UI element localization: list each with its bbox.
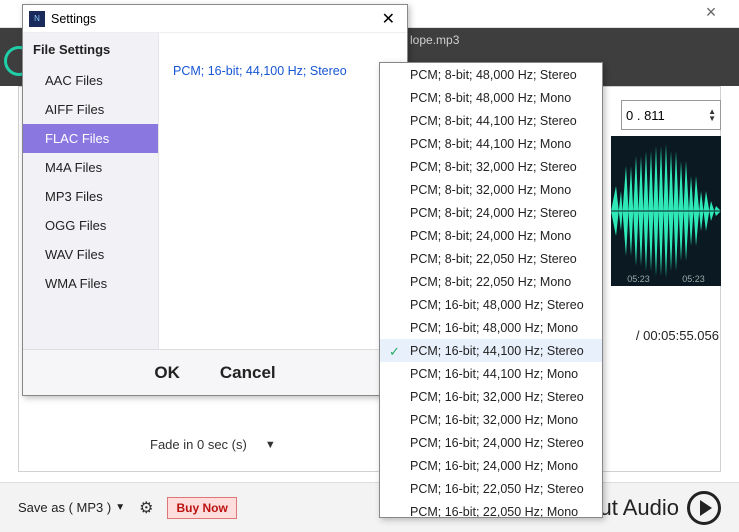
format-select[interactable]: PCM; 16-bit; 44,100 Hz; Stereo ▼	[173, 61, 387, 81]
time-steppers[interactable]: ▲ ▼	[708, 108, 716, 122]
open-file-name: lope.mp3	[410, 33, 459, 47]
settings-dialog: N Settings ✕ File Settings AAC FilesAIFF…	[22, 4, 408, 396]
fade-in-dropdown-arrow[interactable]: ▼	[265, 439, 276, 451]
sidebar-item-mp3-files[interactable]: MP3 Files	[23, 182, 158, 211]
time-step-down[interactable]: ▼	[708, 115, 716, 122]
sidebar-item-wma-files[interactable]: WMA Files	[23, 269, 158, 298]
sidebar-item-aac-files[interactable]: AAC Files	[23, 66, 158, 95]
format-option[interactable]: PCM; 8-bit; 24,000 Hz; Mono	[380, 224, 602, 247]
format-option[interactable]: PCM; 16-bit; 44,100 Hz; Mono	[380, 362, 602, 385]
format-option[interactable]: PCM; 8-bit; 32,000 Hz; Stereo	[380, 155, 602, 178]
sidebar-header: File Settings	[23, 33, 158, 66]
format-option[interactable]: PCM; 16-bit; 44,100 Hz; Stereo	[380, 339, 602, 362]
dialog-buttons: OK Cancel	[23, 349, 407, 395]
time-value: 0 . 811	[626, 108, 665, 123]
format-select-value: PCM; 16-bit; 44,100 Hz; Stereo	[173, 64, 347, 78]
sidebar-item-flac-files[interactable]: FLAC Files	[23, 124, 158, 153]
format-option[interactable]: PCM; 16-bit; 32,000 Hz; Stereo	[380, 385, 602, 408]
dialog-sidebar: File Settings AAC FilesAIFF FilesFLAC Fi…	[23, 33, 159, 349]
cancel-button[interactable]: Cancel	[220, 363, 276, 383]
format-option[interactable]: PCM; 16-bit; 22,050 Hz; Mono	[380, 500, 602, 518]
format-option[interactable]: PCM; 16-bit; 24,000 Hz; Stereo	[380, 431, 602, 454]
format-option[interactable]: PCM; 8-bit; 48,000 Hz; Stereo	[380, 63, 602, 86]
dialog-title: Settings	[51, 12, 96, 26]
sidebar-item-aiff-files[interactable]: AIFF Files	[23, 95, 158, 124]
dialog-main: PCM; 16-bit; 44,100 Hz; Stereo ▼	[159, 33, 407, 349]
bottom-bar: Save as ( MP3 ) ▼ ⚙ Buy Now ut Audio	[0, 482, 739, 532]
waveform-time-axis: 05:23 05:23	[611, 274, 721, 284]
wave-tick: 05:23	[627, 274, 650, 284]
wave-tick: 05:23	[682, 274, 705, 284]
save-as-label: Save as ( MP3 )	[18, 500, 111, 515]
format-option[interactable]: PCM; 8-bit; 32,000 Hz; Mono	[380, 178, 602, 201]
format-option[interactable]: PCM; 8-bit; 22,050 Hz; Mono	[380, 270, 602, 293]
waveform-display[interactable]: 05:23 05:23	[611, 136, 721, 286]
format-option[interactable]: PCM; 8-bit; 48,000 Hz; Mono	[380, 86, 602, 109]
dialog-close-button[interactable]: ✕	[376, 9, 401, 29]
time-position-input[interactable]: 0 . 811 ▲ ▼	[621, 100, 721, 130]
total-duration: / 00:05:55.056	[636, 328, 719, 343]
format-option[interactable]: PCM; 8-bit; 44,100 Hz; Stereo	[380, 109, 602, 132]
save-as-arrow: ▼	[115, 502, 125, 513]
fade-in-control[interactable]: Fade in 0 sec (s) ▼	[150, 437, 276, 452]
sidebar-item-wav-files[interactable]: WAV Files	[23, 240, 158, 269]
format-dropdown-list[interactable]: PCM; 8-bit; 48,000 Hz; StereoPCM; 8-bit;…	[379, 62, 603, 518]
cut-audio-label: ut Audio	[599, 495, 679, 521]
format-option[interactable]: PCM; 8-bit; 22,050 Hz; Stereo	[380, 247, 602, 270]
ok-button[interactable]: OK	[154, 363, 180, 383]
format-option[interactable]: PCM; 16-bit; 24,000 Hz; Mono	[380, 454, 602, 477]
gear-icon[interactable]: ⚙	[139, 498, 153, 518]
sidebar-item-ogg-files[interactable]: OGG Files	[23, 211, 158, 240]
format-option[interactable]: PCM; 16-bit; 22,050 Hz; Stereo	[380, 477, 602, 500]
format-option[interactable]: PCM; 16-bit; 48,000 Hz; Mono	[380, 316, 602, 339]
cut-audio-button[interactable]: ut Audio	[599, 491, 721, 525]
format-option[interactable]: PCM; 16-bit; 32,000 Hz; Mono	[380, 408, 602, 431]
fade-in-label: Fade in 0 sec (s)	[150, 437, 247, 452]
app-close-button[interactable]: ×	[691, 2, 731, 23]
sidebar-item-m4a-files[interactable]: M4A Files	[23, 153, 158, 182]
buy-now-button[interactable]: Buy Now	[167, 497, 236, 519]
dialog-titlebar[interactable]: N Settings ✕	[23, 5, 407, 33]
format-option[interactable]: PCM; 8-bit; 44,100 Hz; Mono	[380, 132, 602, 155]
format-option[interactable]: PCM; 8-bit; 24,000 Hz; Stereo	[380, 201, 602, 224]
play-icon	[687, 491, 721, 525]
dialog-app-icon: N	[29, 11, 45, 27]
save-as-selector[interactable]: Save as ( MP3 ) ▼	[18, 500, 125, 515]
format-option[interactable]: PCM; 16-bit; 48,000 Hz; Stereo	[380, 293, 602, 316]
